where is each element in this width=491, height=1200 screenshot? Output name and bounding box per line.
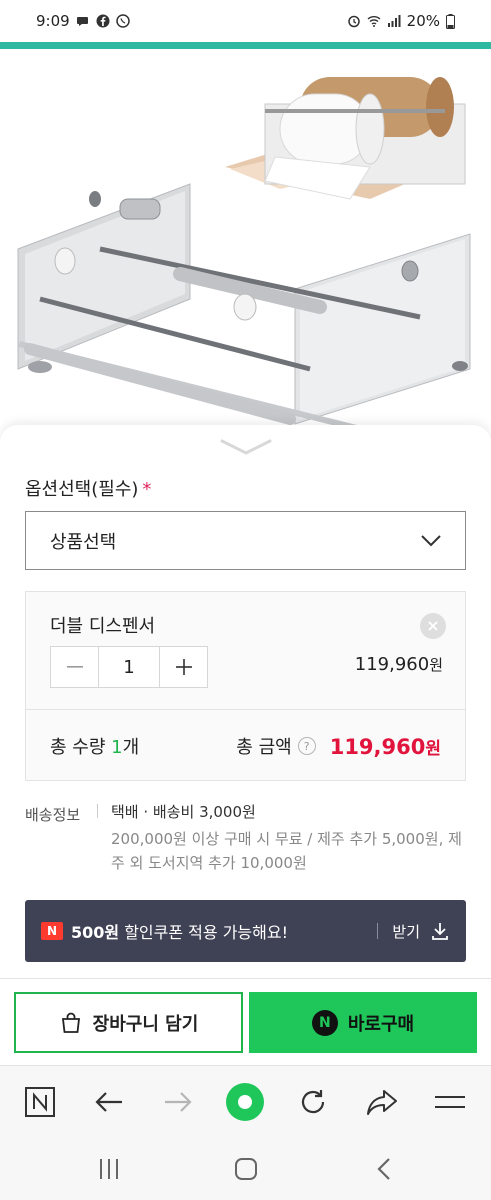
- item-price-unit: 원: [429, 656, 443, 674]
- naver-pay-icon: N: [311, 1009, 338, 1036]
- selected-item: 더블 디스펜서 1 119,960원: [26, 592, 465, 710]
- item-price-value: 119,960: [354, 654, 430, 675]
- total-quantity: 총 수량 1개: [50, 733, 139, 759]
- plus-icon: [175, 659, 192, 675]
- naver-home-icon[interactable]: [20, 1082, 60, 1122]
- selected-item-name: 더블 디스펜서: [50, 616, 156, 637]
- shipping-divider: [97, 804, 98, 818]
- option-sheet: 옵션선택(필수) * 상품선택 더블 디스펜서 1 119,960원 총 수량 …: [0, 425, 491, 1065]
- shipping-label: 배송정보: [25, 806, 81, 824]
- total-amount-value: 119,960: [329, 734, 426, 759]
- shipping-main: 택배 · 배송비 3,000원: [111, 803, 256, 821]
- coupon-banner[interactable]: N 500원 할인쿠폰 적용 가능해요! 받기: [25, 900, 466, 962]
- sheet-collapse-chevron-icon[interactable]: [220, 435, 272, 457]
- close-icon: [428, 621, 438, 631]
- status-left: 9:09: [36, 12, 130, 30]
- refresh-icon[interactable]: [293, 1082, 333, 1122]
- shopping-bag-icon: [61, 1012, 80, 1033]
- back-icon[interactable]: [89, 1082, 129, 1122]
- forward-icon[interactable]: [158, 1082, 198, 1122]
- system-navigation: [0, 1138, 491, 1200]
- buy-now-button[interactable]: N 바로구매: [249, 992, 477, 1053]
- total-amount-group: 총 금액 ? 119,960원: [236, 733, 441, 759]
- item-price: 119,960원: [355, 654, 443, 675]
- section-divider: [0, 978, 491, 979]
- coupon-get-label: 받기: [392, 922, 420, 941]
- total-amount-unit: 원: [425, 738, 441, 759]
- naver-coupon-icon: N: [41, 922, 63, 940]
- viber-icon: [115, 14, 130, 28]
- product-image[interactable]: [0, 49, 491, 439]
- menu-icon[interactable]: [430, 1082, 470, 1122]
- help-icon[interactable]: ?: [297, 737, 316, 755]
- product-select[interactable]: 상품선택: [25, 511, 466, 570]
- battery-icon: [446, 13, 455, 29]
- chat-icon: [76, 17, 88, 26]
- option-label: 옵션선택(필수) *: [25, 475, 151, 501]
- status-time: 9:09: [36, 12, 70, 30]
- add-to-cart-button[interactable]: 장바구니 담기: [14, 992, 243, 1053]
- coupon-amount: 500원: [71, 923, 120, 942]
- browser-toolbar: [0, 1065, 491, 1138]
- chevron-down-icon: [421, 534, 441, 546]
- signal-icon: [387, 15, 401, 27]
- inset-roll-photo: [225, 77, 466, 200]
- download-icon: [432, 923, 448, 940]
- shipping-sub: 200,000원 이상 구매 시 무료 / 제주 추가 5,000원, 제주 외…: [111, 830, 462, 872]
- share-icon[interactable]: [362, 1082, 402, 1122]
- required-mark: *: [142, 479, 152, 500]
- remove-item-button[interactable]: [420, 613, 446, 639]
- top-accent-strip: [0, 42, 491, 49]
- add-to-cart-label: 장바구니 담기: [92, 1013, 199, 1035]
- quantity-input[interactable]: 1: [98, 647, 160, 687]
- total-row: 총 수량 1개 총 금액 ? 119,960원: [26, 710, 465, 782]
- coupon-text: 500원 할인쿠폰 적용 가능해요!: [71, 919, 288, 943]
- main-dispenser: [17, 183, 471, 439]
- selected-option-box: 더블 디스펜서 1 119,960원 총 수량 1개 총 금액 ? 119,96…: [25, 591, 466, 781]
- battery-percent: 20%: [406, 12, 440, 30]
- wifi-icon: [367, 16, 381, 27]
- recents-icon[interactable]: [94, 1156, 124, 1182]
- coupon-description: 할인쿠폰 적용 가능해요!: [119, 923, 288, 942]
- alarm-icon: [347, 15, 360, 28]
- coupon-divider: [377, 923, 379, 939]
- quantity-increase-button[interactable]: [160, 647, 207, 687]
- facebook-icon: [96, 14, 110, 28]
- minus-icon: [66, 666, 83, 668]
- buy-now-label: 바로구매: [347, 1013, 415, 1035]
- home-icon[interactable]: [231, 1156, 261, 1182]
- green-dot-icon[interactable]: [225, 1082, 265, 1122]
- option-label-text: 옵션선택(필수): [25, 479, 139, 500]
- status-bar: 9:09 20%: [0, 0, 491, 42]
- total-amount-label: 총 금액: [236, 737, 292, 758]
- total-quantity-prefix: 총 수량: [50, 737, 112, 758]
- quantity-decrease-button[interactable]: [51, 647, 98, 687]
- product-select-value: 상품선택: [50, 531, 117, 553]
- dispenser-illustration: [17, 77, 471, 439]
- total-quantity-suffix: 개: [122, 737, 140, 758]
- total-amount: 119,960원: [330, 734, 441, 759]
- quantity-stepper: 1: [50, 646, 208, 688]
- status-right: 20%: [347, 12, 455, 30]
- back-icon[interactable]: [369, 1156, 399, 1182]
- total-quantity-value: 1: [111, 737, 123, 758]
